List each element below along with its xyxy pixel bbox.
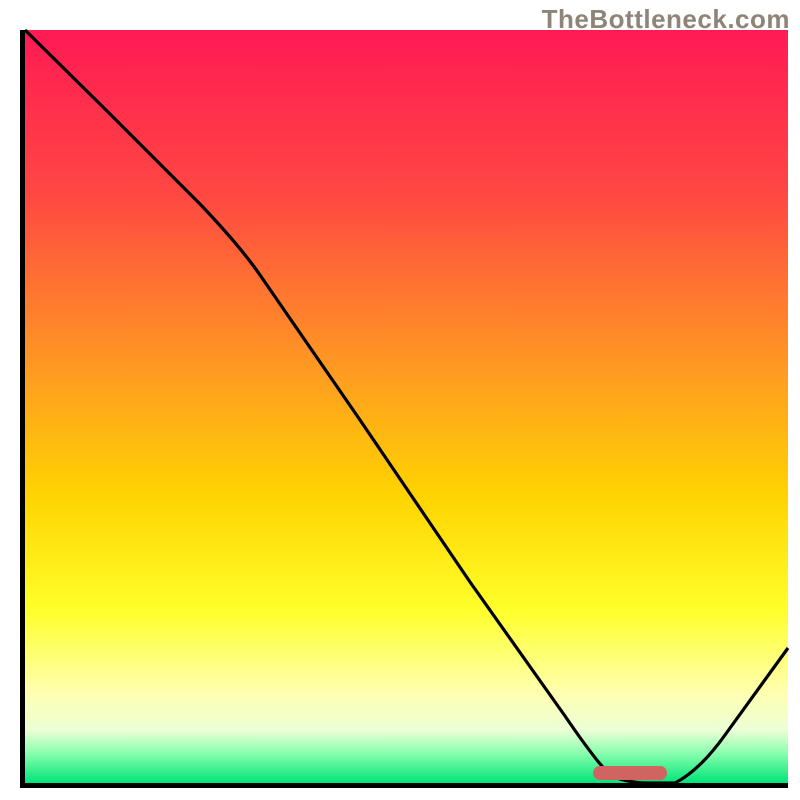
- chart-stage: TheBottleneck.com: [0, 0, 800, 800]
- optimal-range-marker: [593, 766, 667, 780]
- y-axis: [20, 30, 25, 788]
- x-axis: [20, 783, 788, 788]
- chart-svg: [0, 0, 800, 800]
